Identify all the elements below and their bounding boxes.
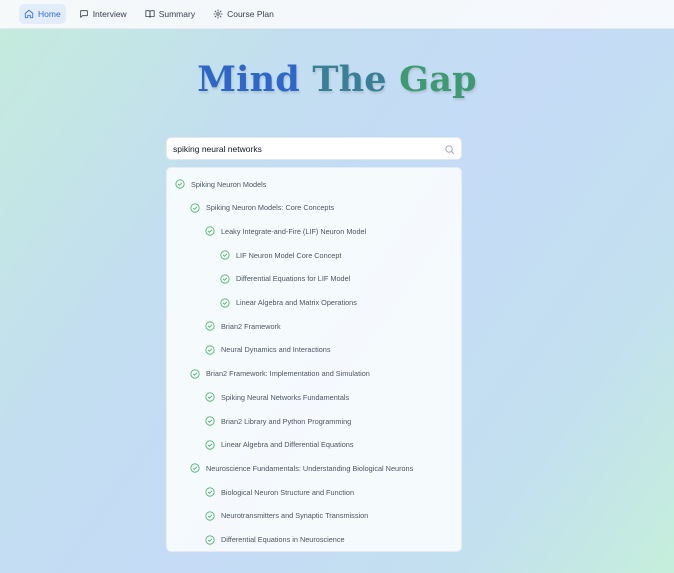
book-icon	[145, 10, 155, 18]
nav-summary-label: Summary	[158, 9, 196, 19]
list-item-label: Spiking Neuron Models: Core Concepts	[206, 203, 335, 213]
check-circle-icon	[205, 392, 215, 402]
nav-interview[interactable]: Interview	[74, 4, 132, 24]
list-item[interactable]: Neurotransmitters and Synaptic Transmiss…	[205, 508, 368, 524]
list-item-label: Differential Equations in Neuroscience	[221, 535, 345, 544]
list-item-label: Linear Algebra and Differential Equation…	[221, 440, 354, 450]
list-item[interactable]: Neural Dynamics and Interactions	[205, 342, 331, 358]
nav-interview-label: Interview	[92, 9, 127, 19]
check-circle-icon	[205, 534, 215, 545]
list-item[interactable]: Neuroscience Fundamentals: Understanding…	[190, 460, 413, 476]
list-item-label: Neurotransmitters and Synaptic Transmiss…	[221, 511, 369, 521]
check-circle-icon	[205, 511, 215, 521]
nav-course-plan[interactable]: Course Plan	[208, 4, 279, 24]
search-icon[interactable]	[444, 144, 455, 155]
search-input[interactable]	[173, 143, 428, 154]
check-circle-icon	[190, 203, 200, 213]
list-item-label: Linear Algebra and Matrix Operations	[236, 298, 357, 307]
list-item-label: Differential Equations for LIF Model	[236, 274, 351, 284]
check-circle-icon	[205, 440, 215, 450]
results-list: Spiking Neuron Models Spiking Neuron Mode…	[166, 167, 462, 552]
list-item[interactable]: Spiking Neural Networks Fundamentals	[205, 389, 349, 405]
list-item[interactable]: Biological Neuron Structure and Function	[205, 484, 354, 500]
list-item-label: Neural Dynamics and Interactions	[221, 345, 331, 355]
search-box	[166, 137, 462, 160]
check-circle-icon	[220, 274, 230, 284]
list-item[interactable]: Differential Equations in Neuroscience	[205, 532, 345, 548]
nav-home-label: Home	[38, 9, 61, 19]
check-circle-icon	[205, 226, 215, 236]
check-circle-icon	[220, 297, 230, 308]
top-nav: Home Interview Summary Course Plan	[0, 0, 674, 29]
check-circle-icon	[190, 463, 200, 473]
chat-icon	[79, 10, 88, 18]
list-item-label: Neuroscience Fundamentals: Understanding…	[206, 463, 414, 473]
check-circle-icon	[205, 487, 215, 497]
check-circle-icon	[175, 179, 185, 189]
check-circle-icon	[205, 416, 215, 426]
list-item-label: Spiking Neuron Models	[191, 179, 267, 189]
list-item[interactable]: Linear Algebra and Matrix Operations	[220, 295, 357, 311]
list-item[interactable]: Leaky Integrate-and-Fire (LIF) Neuron Mo…	[205, 223, 366, 239]
gear-icon	[213, 9, 223, 19]
nav-course-plan-label: Course Plan	[227, 9, 274, 19]
list-item[interactable]: LIF Neuron Model Core Concept	[220, 247, 341, 263]
list-item[interactable]: Brian2 Framework: Implementation and Sim…	[190, 366, 370, 382]
home-icon	[24, 9, 34, 19]
check-circle-icon	[190, 369, 200, 379]
app-title: Mind The Gap	[0, 56, 674, 104]
title-word-3: Gap	[399, 59, 477, 100]
list-item[interactable]: Linear Algebra and Differential Equation…	[205, 437, 354, 453]
list-item-label: Spiking Neural Networks Fundamentals	[221, 392, 350, 402]
check-circle-icon	[205, 345, 215, 355]
list-item-label: Brian2 Framework	[221, 321, 281, 331]
list-item-label: Brian2 Library and Python Programming	[221, 416, 352, 426]
title-word-1: Mind	[197, 59, 300, 100]
title-word-2: The	[312, 59, 387, 100]
list-item-label: LIF Neuron Model Core Concept	[236, 250, 342, 260]
list-item-label: Biological Neuron Structure and Function	[221, 487, 355, 497]
nav-summary[interactable]: Summary	[140, 4, 200, 24]
check-circle-icon	[205, 321, 215, 331]
list-item[interactable]: Brian2 Library and Python Programming	[205, 413, 351, 429]
nav-home[interactable]: Home	[19, 4, 66, 24]
check-circle-icon	[220, 250, 230, 260]
list-item[interactable]: Differential Equations for LIF Model	[220, 271, 350, 287]
list-item-label: Leaky Integrate-and-Fire (LIF) Neuron Mo…	[221, 226, 367, 236]
list-item[interactable]: Spiking Neuron Models: Core Concepts	[190, 200, 334, 216]
list-item-label: Brian2 Framework: Implementation and Sim…	[206, 369, 370, 379]
list-item[interactable]: Spiking Neuron Models	[175, 176, 266, 192]
list-item[interactable]: Brian2 Framework	[205, 318, 281, 334]
